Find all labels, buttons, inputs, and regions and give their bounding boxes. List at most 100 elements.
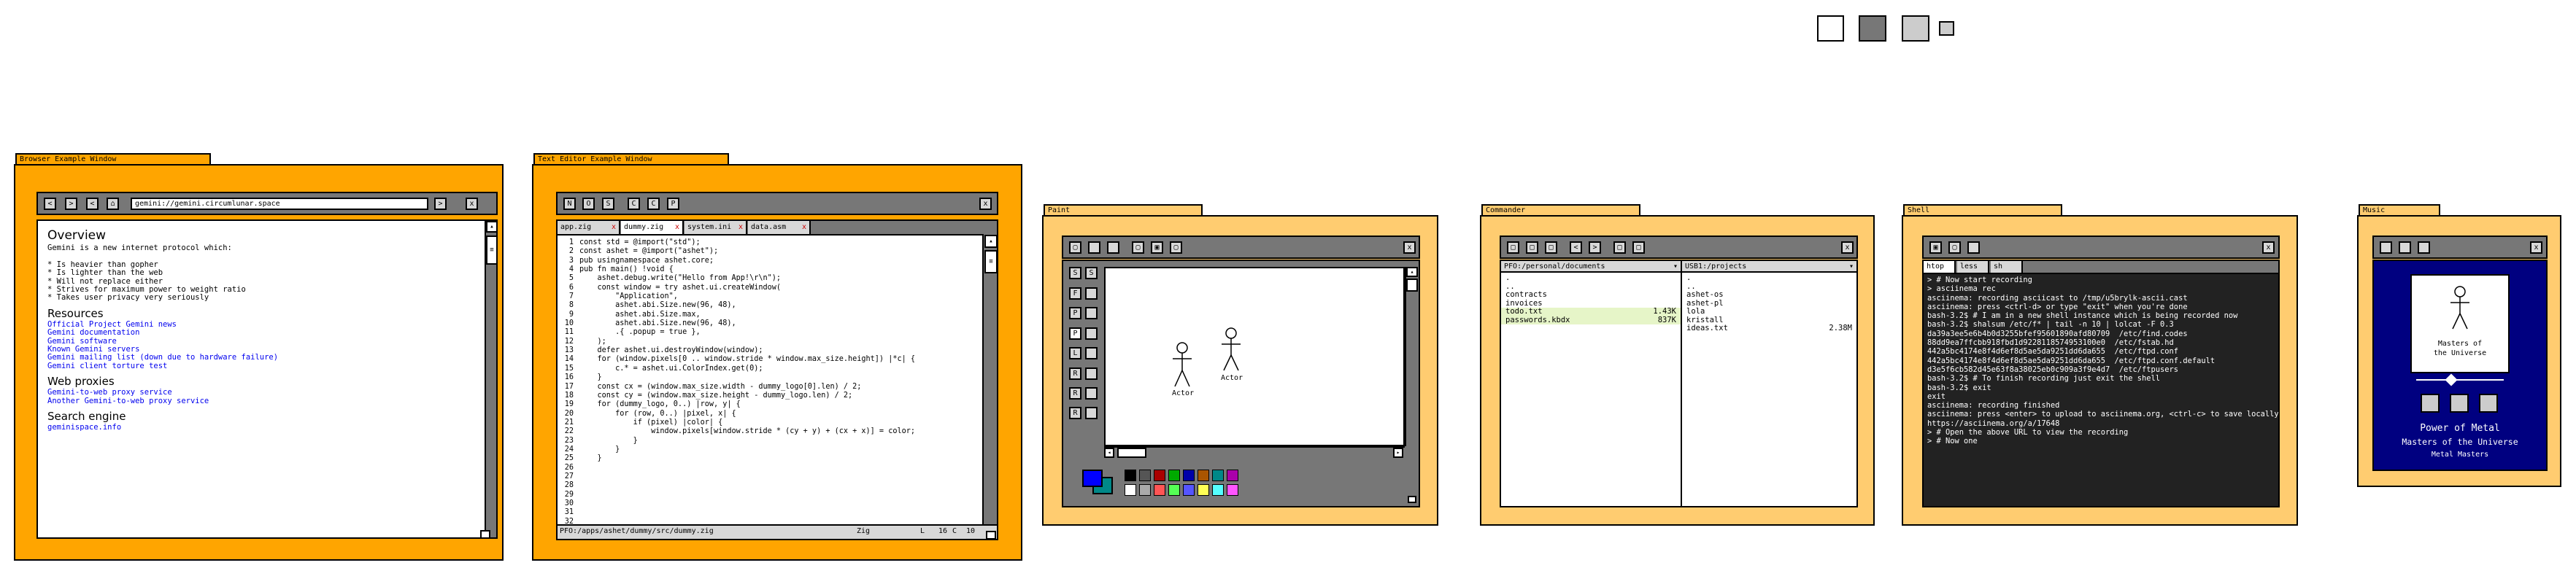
palette-color[interactable] [1227, 470, 1238, 481]
pen-tool-icon[interactable]: P [1069, 307, 1081, 319]
swatch-dark-gray[interactable] [1859, 15, 1886, 42]
extra-tool-icon[interactable] [1085, 387, 1098, 400]
link-geminispace[interactable]: geminispace.info [47, 423, 471, 432]
forward-button[interactable]: > [65, 198, 77, 210]
play-icon[interactable] [2399, 241, 2411, 254]
picker-tool-icon[interactable]: P [1069, 327, 1081, 340]
copy-icon[interactable]: □ [1526, 241, 1538, 254]
fg-color[interactable] [1082, 470, 1103, 487]
folder-icon[interactable]: □ [1632, 241, 1645, 254]
close-button[interactable]: x [2262, 241, 2275, 254]
previous-icon[interactable] [2380, 241, 2392, 254]
resize-grip-icon[interactable] [986, 531, 996, 540]
palette-color[interactable] [1139, 484, 1151, 496]
palette-color[interactable] [1168, 470, 1180, 481]
new-terminal-icon[interactable]: ▣ [1929, 241, 1942, 254]
list-item[interactable]: ideas.txt 2.38M [1682, 324, 1856, 333]
scroll-up-arrow[interactable]: ▴ [984, 235, 997, 248]
round-tool-icon[interactable]: R [1069, 407, 1081, 419]
left-path-header[interactable]: PFO:/personal/documents ▾ [1501, 261, 1681, 273]
list-item[interactable]: ashet-pl [1682, 299, 1856, 308]
extra-tool-icon[interactable] [1085, 307, 1098, 319]
prev-track-button[interactable] [2421, 394, 2440, 413]
extra-tool-icon[interactable] [1085, 347, 1098, 359]
seek-knob[interactable] [2445, 373, 2458, 386]
scroll-up-arrow[interactable]: ▴ [486, 221, 496, 233]
swatch-small-light-gray[interactable] [1939, 21, 1954, 36]
browser-scrollbar[interactable]: ▴ ≡ [485, 221, 496, 537]
address-bar[interactable]: gemini://gemini.circumlunar.space [131, 198, 428, 210]
line-tool-icon[interactable]: L [1069, 347, 1081, 359]
scroll-left-arrow[interactable]: ◂ [1104, 448, 1114, 458]
home-button[interactable]: ⌂ [107, 198, 119, 210]
palette-color[interactable] [1168, 484, 1180, 496]
close-button[interactable]: x [2530, 241, 2542, 254]
tab-sh[interactable]: sh [1991, 261, 2023, 273]
palette-color[interactable] [1198, 470, 1209, 481]
left-arrow-icon[interactable]: < [1570, 241, 1582, 254]
palette-color[interactable] [1227, 484, 1238, 496]
close-button[interactable]: x [1841, 241, 1854, 254]
close-tab-icon[interactable]: x [675, 221, 679, 233]
copy-button[interactable]: C [647, 198, 660, 210]
link-proxy-2[interactable]: Another Gemini-to-web proxy service [47, 397, 471, 405]
scroll-thumb[interactable] [1117, 448, 1146, 458]
paste-button[interactable]: P [667, 198, 679, 210]
go-button[interactable]: > [434, 198, 447, 210]
close-tab-icon[interactable]: x [802, 221, 806, 233]
select-tool-icon[interactable]: S [1069, 267, 1081, 279]
shell-title-tab[interactable]: Shell [1903, 204, 2062, 216]
music-title-tab[interactable]: Music [2359, 204, 2440, 216]
fill-tool-icon[interactable]: F [1069, 287, 1081, 300]
palette-color[interactable] [1125, 470, 1136, 481]
palette-color[interactable] [1139, 470, 1151, 481]
link-documentation[interactable]: Gemini documentation [47, 328, 471, 337]
palette-color[interactable] [1125, 484, 1136, 496]
new-image-icon[interactable]: ▢ [1069, 241, 1081, 254]
close-button[interactable]: x [979, 198, 992, 210]
list-item-selected[interactable]: passwords.kbdx 837K [1501, 316, 1681, 324]
save-image-icon[interactable] [1107, 241, 1119, 254]
left-file-list[interactable]: . .. contracts invoices todo.txt 1.43K pa… [1501, 273, 1681, 324]
scroll-right-arrow[interactable]: ▸ [1393, 448, 1403, 458]
image-icon[interactable]: ▢ [1170, 241, 1182, 254]
seek-bar[interactable] [2416, 379, 2504, 381]
tab-dummy-zig[interactable]: dummy.zig x [621, 221, 684, 234]
paste-icon[interactable]: ▣ [1151, 241, 1163, 254]
reload-button[interactable]: < [86, 198, 99, 210]
dropdown-icon[interactable]: ▾ [1673, 261, 1678, 272]
back-button[interactable]: < [44, 198, 56, 210]
browser-title-tab[interactable]: Browser Example Window [15, 153, 211, 165]
extra-tool-icon[interactable] [1085, 407, 1098, 419]
swatch-white[interactable] [1817, 15, 1844, 42]
paint-scrollbar-v[interactable]: ▴ [1405, 267, 1418, 446]
resize-grip-icon[interactable] [480, 530, 490, 539]
list-item[interactable]: . [1501, 273, 1681, 283]
extra-tool-icon[interactable] [1085, 287, 1098, 300]
link-torture-test[interactable]: Gemini client torture test [47, 362, 471, 370]
palette-color[interactable] [1198, 484, 1209, 496]
browser-content[interactable]: Overview Gemini is a new internet protoc… [36, 219, 498, 539]
next-icon[interactable] [2418, 241, 2430, 254]
select-tool-icon[interactable]: S [1085, 267, 1098, 279]
extra-tool-icon[interactable] [1085, 327, 1098, 340]
tab-less[interactable]: less [1957, 261, 1989, 273]
scroll-thumb[interactable] [1406, 279, 1418, 292]
new-file-button[interactable]: N [563, 198, 576, 210]
right-file-list[interactable]: . .. ashet-os ashet-pl lola kristall ide… [1682, 273, 1856, 333]
palette-color[interactable] [1183, 470, 1195, 481]
save-file-button[interactable]: S [602, 198, 614, 210]
scroll-thumb[interactable]: ≡ [984, 250, 997, 273]
palette-color[interactable] [1212, 484, 1224, 496]
right-arrow-icon[interactable]: > [1589, 241, 1601, 254]
palette-color[interactable] [1183, 484, 1195, 496]
link-proxy-1[interactable]: Gemini-to-web proxy service [47, 388, 471, 397]
canvas[interactable]: Actor Actor [1104, 267, 1405, 446]
cut-button[interactable]: C [628, 198, 640, 210]
palette-color[interactable] [1212, 470, 1224, 481]
close-button[interactable]: x [1403, 241, 1416, 254]
close-tab-icon[interactable]: x [612, 221, 616, 233]
swatch-light-gray[interactable] [1902, 15, 1929, 42]
open-image-icon[interactable] [1088, 241, 1100, 254]
paint-title-tab[interactable]: Paint [1044, 204, 1203, 216]
